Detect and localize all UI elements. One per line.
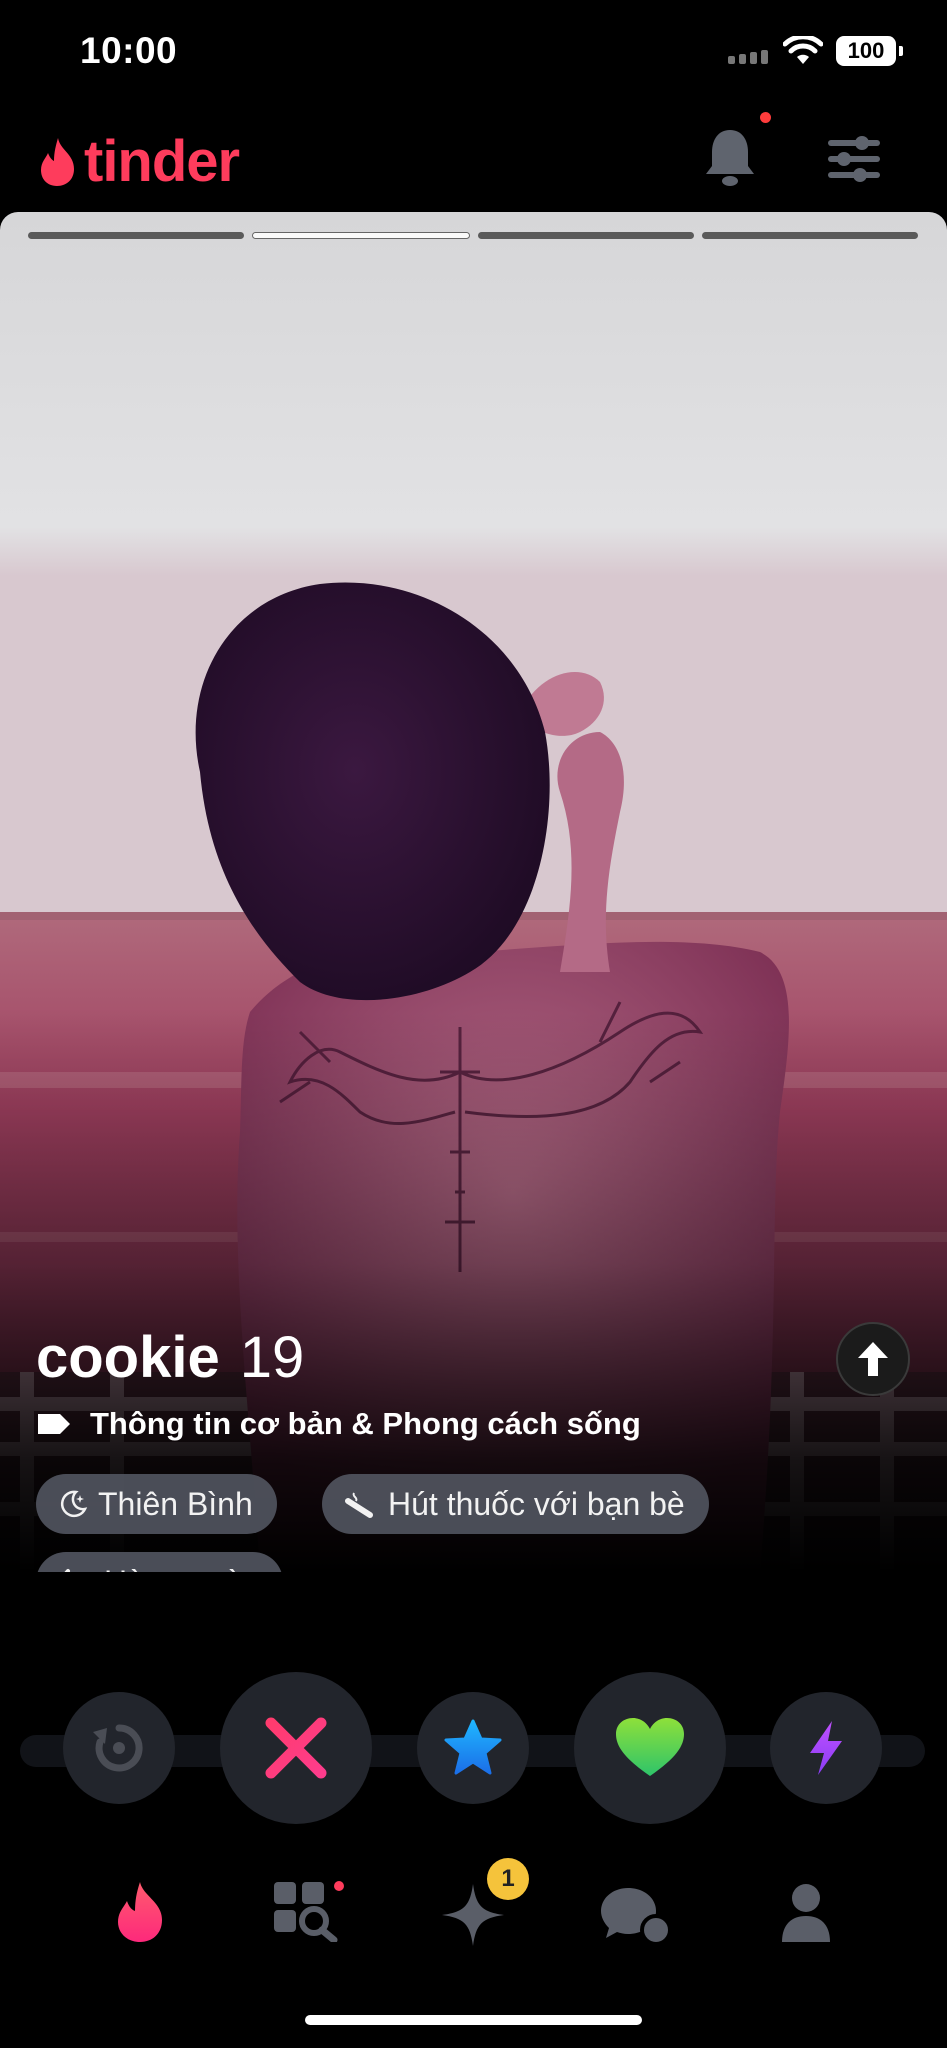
open-profile-button[interactable]: [836, 1322, 910, 1396]
bell-icon[interactable]: [702, 126, 758, 190]
photo-indicator-active[interactable]: [252, 232, 470, 239]
profile-card[interactable]: cookie 19 Thông tin cơ bản & Phong cách …: [0, 212, 947, 1572]
basics-lifestyle-label: Thông tin cơ bản & Phong cách sống: [90, 1406, 641, 1441]
profile-age: 19: [239, 1325, 305, 1390]
tinder-logo[interactable]: tinder: [36, 128, 240, 195]
basics-lifestyle-row[interactable]: Thông tin cơ bản & Phong cách sống: [36, 1406, 641, 1442]
profile-name: cookie: [36, 1325, 220, 1390]
flame-logo-icon: [41, 137, 74, 186]
explore-notification-dot: [334, 1881, 344, 1891]
profile-icon[interactable]: [780, 1882, 832, 1944]
bolt-icon: [810, 1721, 842, 1775]
logo-text: tinder: [84, 129, 240, 194]
chip-label: Hút thuốc với bạn bè: [388, 1485, 685, 1522]
chip-zodiac: Thiên Bình: [36, 1474, 277, 1534]
app-header: tinder: [0, 110, 947, 210]
photo-indicator[interactable]: [702, 232, 918, 239]
chip-workout: Hàng ngày: [36, 1552, 283, 1572]
photo-indicator[interactable]: [478, 232, 694, 239]
tag-icon: [38, 1414, 70, 1434]
star-icon: [444, 1719, 502, 1775]
arrow-up-icon: [858, 1342, 888, 1376]
chat-icon[interactable]: [600, 1886, 674, 1946]
x-icon: [265, 1717, 327, 1779]
moon-icon: [60, 1490, 88, 1518]
heart-icon: [616, 1718, 684, 1776]
explore-icon[interactable]: [272, 1880, 338, 1942]
chip-smoking: Hút thuốc với bạn bè: [322, 1474, 709, 1534]
battery-icon: 100: [836, 36, 903, 66]
rewind-button[interactable]: [63, 1692, 175, 1804]
rewind-icon: [93, 1724, 143, 1772]
chip-label: Hàng ngày: [104, 1564, 259, 1573]
super-like-button[interactable]: [417, 1692, 529, 1804]
photo-progress: [28, 232, 918, 239]
filter-sliders-icon[interactable]: [826, 134, 882, 184]
smoking-icon: [345, 1492, 373, 1518]
profile-name-row: cookie 19: [36, 1324, 304, 1391]
dumbbell-icon: [64, 1569, 70, 1572]
nope-button[interactable]: [220, 1672, 372, 1824]
cellular-signal-icon: [728, 50, 768, 64]
wifi-icon: [783, 36, 823, 64]
like-button[interactable]: [574, 1672, 726, 1824]
likes-badge: 1: [487, 1858, 529, 1900]
status-time: 10:00: [80, 30, 178, 71]
home-flame-icon[interactable]: [112, 1880, 168, 1944]
chip-label: Thiên Bình: [98, 1485, 253, 1522]
notification-dot: [760, 112, 771, 123]
status-bar: 10:00 100: [0, 0, 947, 100]
boost-button[interactable]: [770, 1692, 882, 1804]
home-indicator: [305, 2015, 642, 2025]
photo-indicator[interactable]: [28, 232, 244, 239]
